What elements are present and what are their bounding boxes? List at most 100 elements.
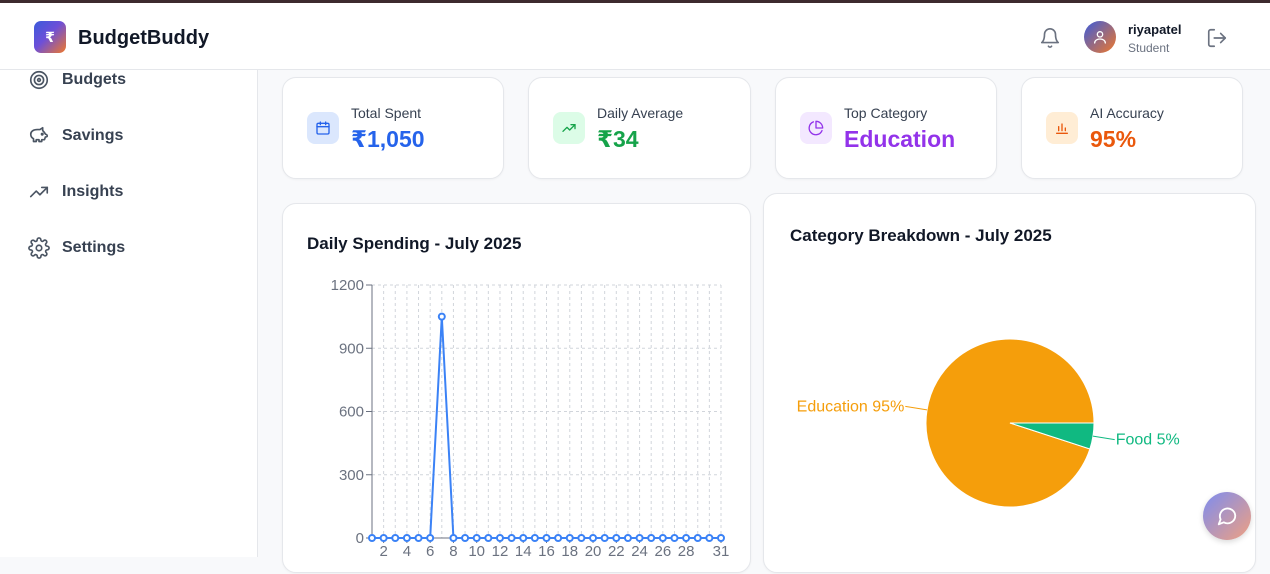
- logout-icon[interactable]: [1206, 27, 1228, 49]
- data-point: [577, 534, 586, 542]
- data-point: [693, 534, 702, 542]
- data-point: [565, 534, 574, 542]
- user-name: riyapatel: [1128, 22, 1182, 37]
- piggy-bank-icon: [29, 126, 49, 143]
- data-point: [379, 534, 388, 542]
- sidebar-item-budgets[interactable]: Budgets: [28, 66, 126, 94]
- user-role: Student: [1128, 41, 1170, 55]
- data-point: [717, 534, 725, 542]
- x-tick-label: 14: [515, 543, 532, 560]
- data-point: [368, 534, 376, 542]
- data-point: [426, 534, 435, 542]
- x-tick-label: 31: [713, 543, 730, 560]
- data-point: [495, 534, 504, 542]
- y-tick-label: 1200: [331, 277, 364, 294]
- y-tick-label: 900: [339, 340, 364, 357]
- pie-label-leader: [905, 405, 928, 411]
- x-tick-label: 28: [678, 543, 695, 560]
- data-point: [507, 534, 516, 542]
- top-header: ₹ BudgetBuddy riyapatel Student: [0, 3, 1270, 70]
- sidebar-item-label: Savings: [62, 127, 124, 144]
- sidebar-item-label: Insights: [62, 183, 124, 200]
- stat-label: Top Category: [844, 105, 928, 121]
- stat-label: Total Spent: [351, 105, 422, 121]
- chat-assistant-button[interactable]: [1203, 492, 1251, 540]
- sidebar: Budgets Savings Insights Settings: [0, 70, 258, 557]
- x-tick-label: 12: [492, 543, 509, 560]
- sidebar-item-savings[interactable]: Savings: [28, 122, 123, 150]
- x-tick-label: 4: [403, 543, 411, 560]
- stat-label: AI Accuracy: [1090, 105, 1164, 121]
- data-point: [449, 534, 458, 542]
- pie-slice-label: Food 5%: [1116, 432, 1180, 449]
- stat-card-daily-average: Daily Average ₹34: [528, 77, 751, 179]
- data-point: [530, 534, 539, 542]
- bar-chart-icon: [1046, 112, 1078, 144]
- chat-bubble-icon: [1217, 507, 1237, 526]
- data-point: [623, 534, 632, 542]
- calendar-icon: [307, 112, 339, 144]
- x-tick-label: 8: [449, 543, 457, 560]
- data-point: [402, 534, 411, 542]
- stat-value: ₹34: [597, 126, 639, 152]
- sidebar-item-insights[interactable]: Insights: [28, 178, 123, 206]
- data-point: [658, 534, 667, 542]
- category-breakdown-chart: Education 95% Food 5%: [797, 338, 1180, 508]
- data-point: [612, 534, 621, 542]
- pie-slice-label: Education 95%: [797, 398, 905, 415]
- avatar[interactable]: [1084, 21, 1116, 53]
- x-tick-label: 6: [426, 543, 434, 560]
- sidebar-item-label: Settings: [62, 239, 126, 256]
- category-breakdown-card: Category Breakdown - July 2025 Education…: [763, 193, 1256, 573]
- pie-label-leader: [1092, 435, 1115, 441]
- stat-label: Daily Average: [597, 105, 684, 121]
- target-icon: [29, 70, 49, 90]
- daily-spending-chart: 030060090012002 4 6 8 10 12 14 16 18 20 22 24 26 28 31: [331, 277, 730, 560]
- stat-value: ₹1,050: [351, 126, 425, 152]
- y-tick-label: 300: [339, 467, 364, 484]
- x-tick-label: 16: [538, 543, 555, 560]
- data-point: [589, 534, 598, 542]
- pie-chart-icon: [800, 112, 832, 144]
- logo-icon[interactable]: ₹: [34, 21, 66, 53]
- x-tick-label: 26: [654, 543, 671, 560]
- stat-value: Education: [844, 126, 956, 152]
- x-tick-label: 18: [561, 543, 578, 560]
- data-point: [682, 534, 691, 542]
- data-point: [461, 534, 470, 542]
- x-tick-label: 2: [379, 543, 387, 560]
- stat-card-top-category: Top Category Education: [775, 77, 997, 179]
- app-title[interactable]: BudgetBuddy: [78, 27, 209, 50]
- gear-icon: [28, 237, 50, 259]
- x-tick-label: 20: [585, 543, 602, 560]
- series-line: [372, 316, 721, 539]
- data-point: [542, 534, 551, 542]
- data-point: [414, 534, 423, 542]
- data-point: [647, 534, 656, 542]
- data-point: [705, 534, 714, 542]
- trending-up-icon: [553, 112, 585, 144]
- sidebar-item-label: Budgets: [62, 71, 126, 88]
- data-point: [635, 534, 644, 542]
- data-point: [437, 312, 446, 321]
- user-icon: [1094, 31, 1106, 44]
- bell-icon[interactable]: [1039, 27, 1061, 49]
- stat-card-ai-accuracy: AI Accuracy 95%: [1021, 77, 1243, 179]
- data-point: [472, 534, 481, 542]
- stat-value: 95%: [1090, 126, 1137, 152]
- data-point: [519, 534, 528, 542]
- data-point: [484, 534, 493, 542]
- daily-spending-card: Daily Spending - July 2025 0 300 600 900 120…: [282, 203, 751, 573]
- y-tick-label: 0: [356, 530, 364, 547]
- data-point: [391, 534, 400, 542]
- trending-up-icon: [29, 186, 49, 198]
- data-point: [600, 534, 609, 542]
- data-point: [670, 534, 679, 542]
- sidebar-item-settings[interactable]: Settings: [28, 234, 125, 262]
- y-tick-label: 600: [339, 404, 364, 421]
- stat-card-total-spent: Total Spent ₹1,050: [282, 77, 504, 179]
- x-tick-label: 22: [608, 543, 625, 560]
- x-tick-label: 10: [468, 543, 485, 560]
- x-tick-label: 24: [631, 543, 648, 560]
- data-point: [554, 534, 563, 542]
